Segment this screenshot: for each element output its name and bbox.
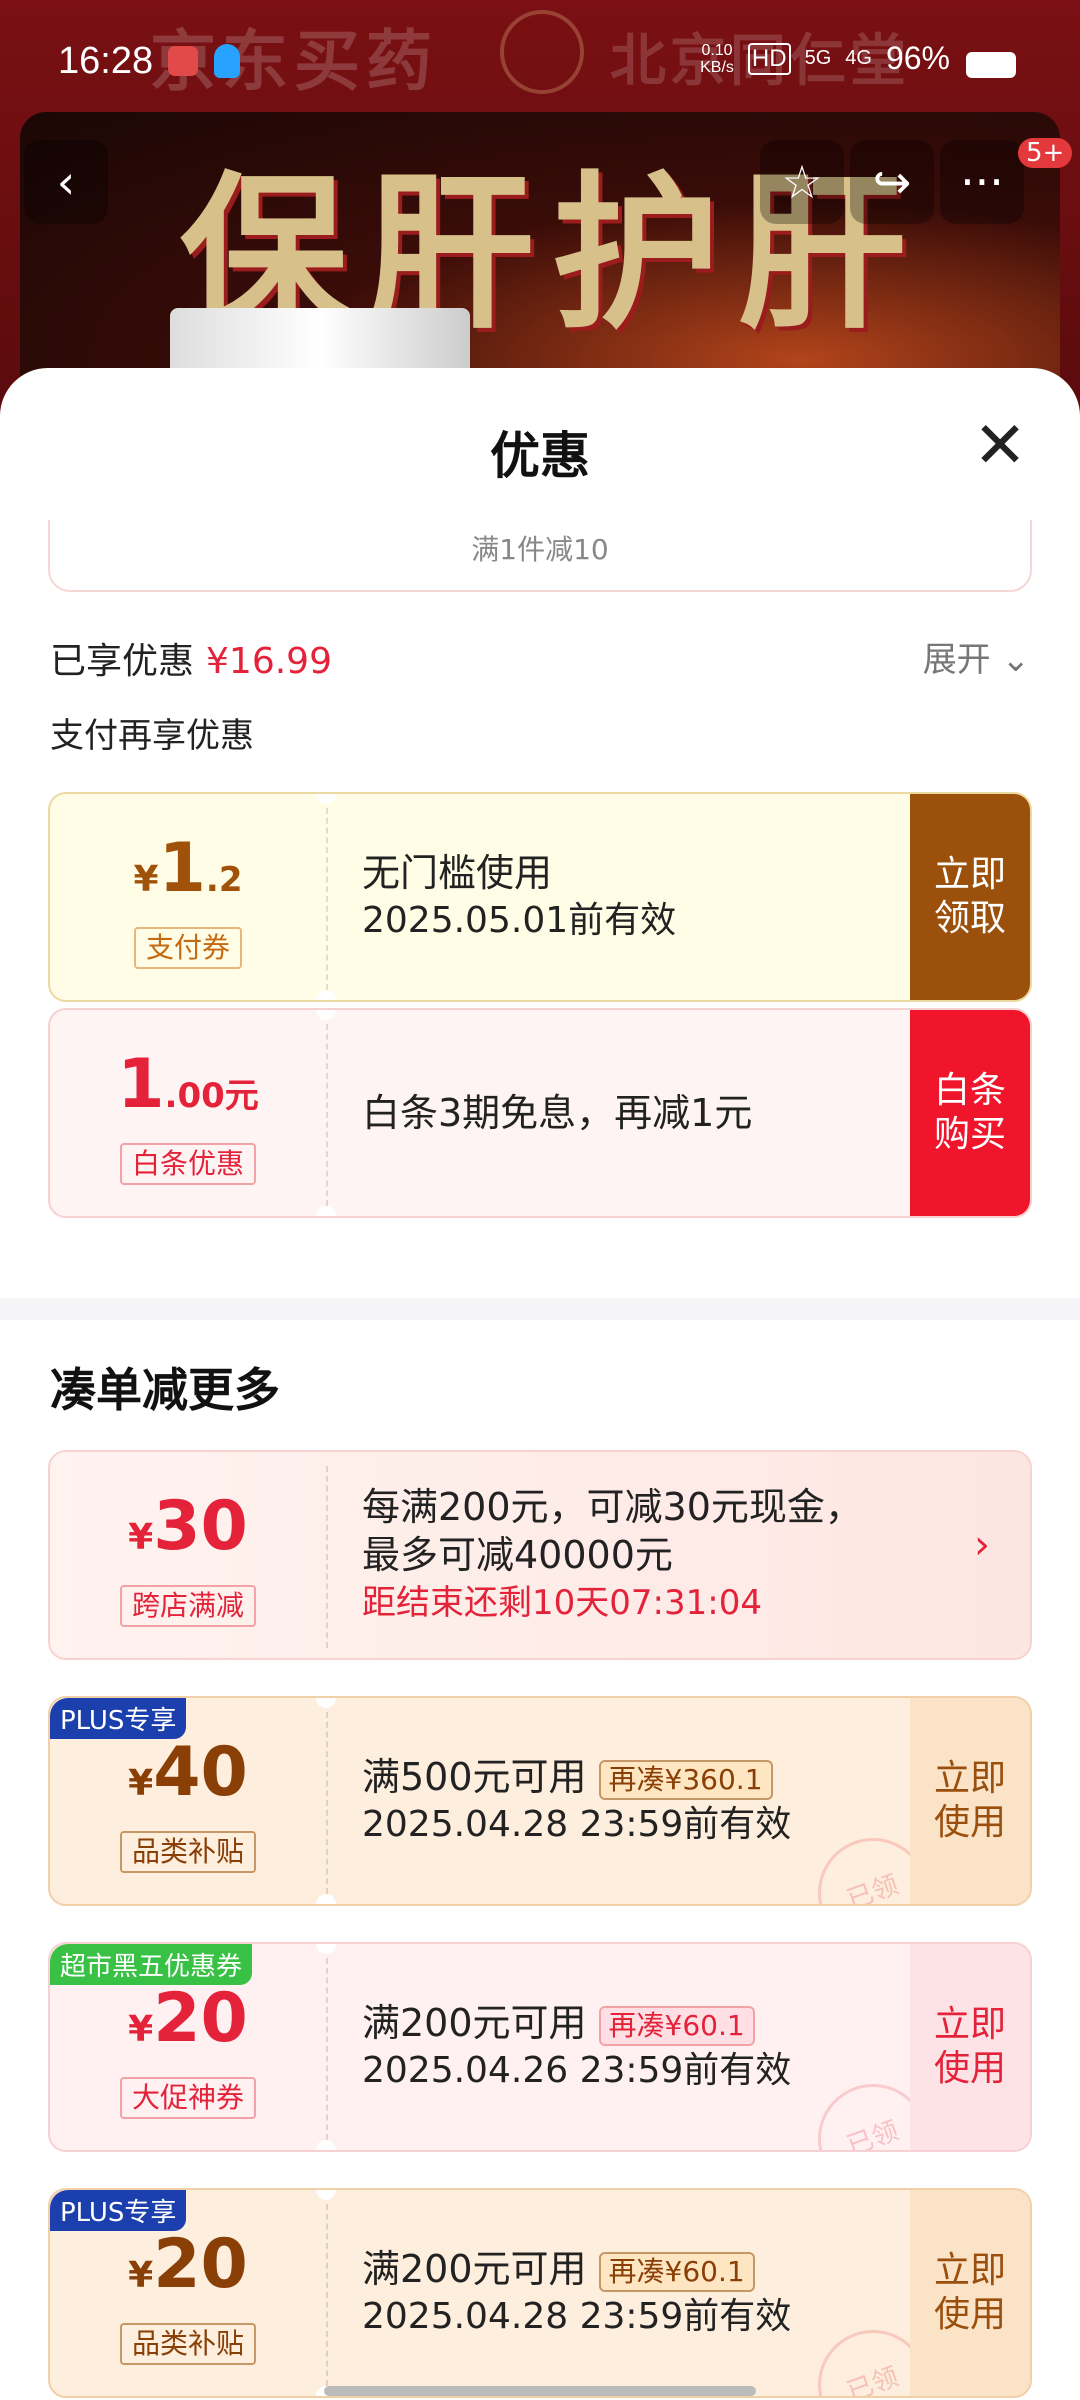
back-button[interactable]: ‹ — [24, 140, 108, 224]
coupon-divider — [326, 1958, 328, 2140]
chevron-down-icon: ⌄ — [1001, 640, 1031, 680]
net-speed: 0.10 KB/s — [700, 41, 734, 76]
coupon-card: PLUS专享 ¥20 品类补贴 满200元可用 再凑¥60.1 2025.04.2… — [48, 2188, 1032, 2398]
signal-5g-icon: 5G — [804, 47, 832, 69]
expand-button[interactable]: 展开 ⌄ — [923, 632, 1030, 681]
pay-coupon-card: ¥1.2 支付券 无门槛使用 2025.05.01前有效 立即 领取 — [48, 792, 1032, 1002]
countdown-text: 距结束还剩10天07:31:04 — [362, 1583, 762, 1623]
discount-sheet: 优惠 ✕ 满1件减10 已享优惠 ¥16.99 展开 ⌄ 支付再享优惠 ¥1.2 … — [0, 368, 1080, 2400]
hd-icon: HD — [747, 42, 791, 75]
coupon-tag: 品类补贴 — [119, 2323, 256, 2365]
message-badge: 5+ — [1018, 138, 1073, 168]
discount-rule-line1: 每满200元，可减30元现金， — [362, 1485, 863, 1529]
coupon-divider — [326, 808, 328, 990]
coupon-divider — [326, 1466, 328, 1648]
coupon-amount: ¥30 — [128, 1487, 248, 1566]
previous-coupon-card: 满1件减10 — [48, 520, 1032, 592]
coupon-divider — [326, 1712, 328, 1894]
coupon-date: 2025.04.26 23:59前有效 — [362, 2050, 792, 2091]
coupon-amount: ¥40 — [128, 1733, 248, 1812]
chevron-right-icon: › — [974, 1522, 990, 1568]
share-icon[interactable]: ↪ — [850, 140, 934, 224]
status-bar: 16:28 0.10 KB/s HD 5G 4G 96% — [0, 0, 1080, 112]
remaining-amount-pill: 再凑¥60.1 — [598, 2005, 755, 2046]
coupon-title: 满500元可用 — [362, 1755, 587, 1799]
notification-qq-icon — [214, 44, 240, 78]
coupon-date: 2025.05.01前有效 — [362, 900, 677, 941]
coupon-amount: ¥1.2 — [133, 829, 243, 908]
signal-4g-icon: 4G — [845, 47, 872, 69]
pay-more-title: 支付再享优惠 — [50, 716, 254, 756]
coupon-tag: 大促神券 — [119, 2077, 256, 2119]
coupon-date: 2025.04.28 23:59前有效 — [362, 1804, 792, 1845]
coupon-amount: 1.00元 — [117, 1045, 259, 1124]
coupon-tag: 支付券 — [133, 927, 242, 969]
home-indicator[interactable] — [324, 2386, 756, 2396]
status-time: 16:28 — [58, 40, 154, 82]
sheet-title: 优惠 — [490, 427, 590, 485]
coupon-title: 满200元可用 — [362, 2247, 587, 2291]
use-now-button[interactable]: 立即 使用 — [910, 1944, 1030, 2150]
coupon-tag: 品类补贴 — [119, 1831, 256, 1873]
enjoyed-amount: ¥16.99 — [206, 641, 332, 682]
use-now-button[interactable]: 立即 使用 — [910, 1698, 1030, 1904]
battery-icon — [966, 52, 1016, 78]
claim-button[interactable]: 立即 领取 — [910, 794, 1030, 1000]
section-title: 凑单减更多 — [50, 1363, 280, 1417]
use-now-button[interactable]: 立即 使用 — [910, 2190, 1030, 2396]
coupon-card: 超市黑五优惠券 ¥20 大促神券 满200元可用 再凑¥60.1 2025.04.… — [48, 1942, 1032, 2152]
cross-store-discount-card[interactable]: ¥30 跨店满减 每满200元，可减30元现金， 最多可减40000元 距结束还… — [48, 1450, 1032, 1660]
coupon-date: 2025.04.28 23:59前有效 — [362, 2296, 792, 2337]
baitiao-buy-button[interactable]: 白条 购买 — [910, 1010, 1030, 1216]
more-icon[interactable]: ··· — [940, 140, 1024, 224]
coupon-tag: 白条优惠 — [119, 1143, 256, 1185]
expand-label: 展开 — [922, 640, 991, 680]
coupon-amount: ¥20 — [128, 2225, 248, 2304]
status-indicators: 0.10 KB/s HD 5G 4G 96% — [700, 40, 950, 77]
coupon-card: PLUS专享 ¥40 品类补贴 满500元可用 再凑¥360.1 2025.04.… — [48, 1696, 1032, 1906]
coupon-amount: ¥20 — [128, 1979, 248, 2058]
section-separator — [0, 1298, 1080, 1320]
coupon-divider — [326, 1024, 328, 1206]
remaining-amount-pill: 再凑¥360.1 — [598, 1759, 773, 1800]
enjoyed-label: 已享优惠 — [50, 641, 195, 682]
coupon-title: 白条3期免息，再减1元 — [362, 1091, 753, 1135]
battery-percent: 96% — [885, 40, 950, 76]
close-icon[interactable]: ✕ — [970, 414, 1030, 478]
coupon-divider — [326, 2204, 328, 2386]
notification-app-icon — [168, 46, 198, 76]
coupon-title: 满200元可用 — [362, 2001, 587, 2045]
coupon-tag: 跨店满减 — [119, 1585, 256, 1627]
favorite-star-icon[interactable]: ☆ — [760, 140, 844, 224]
discount-rule-line2: 最多可减40000元 — [362, 1533, 673, 1577]
enjoyed-discount: 已享优惠 ¥16.99 — [50, 632, 332, 684]
coupon-title: 无门槛使用 — [362, 851, 553, 895]
remaining-amount-pill: 再凑¥60.1 — [598, 2251, 755, 2292]
baitiao-coupon-card: 1.00元 白条优惠 白条3期免息，再减1元 白条 购买 — [48, 1008, 1032, 1218]
